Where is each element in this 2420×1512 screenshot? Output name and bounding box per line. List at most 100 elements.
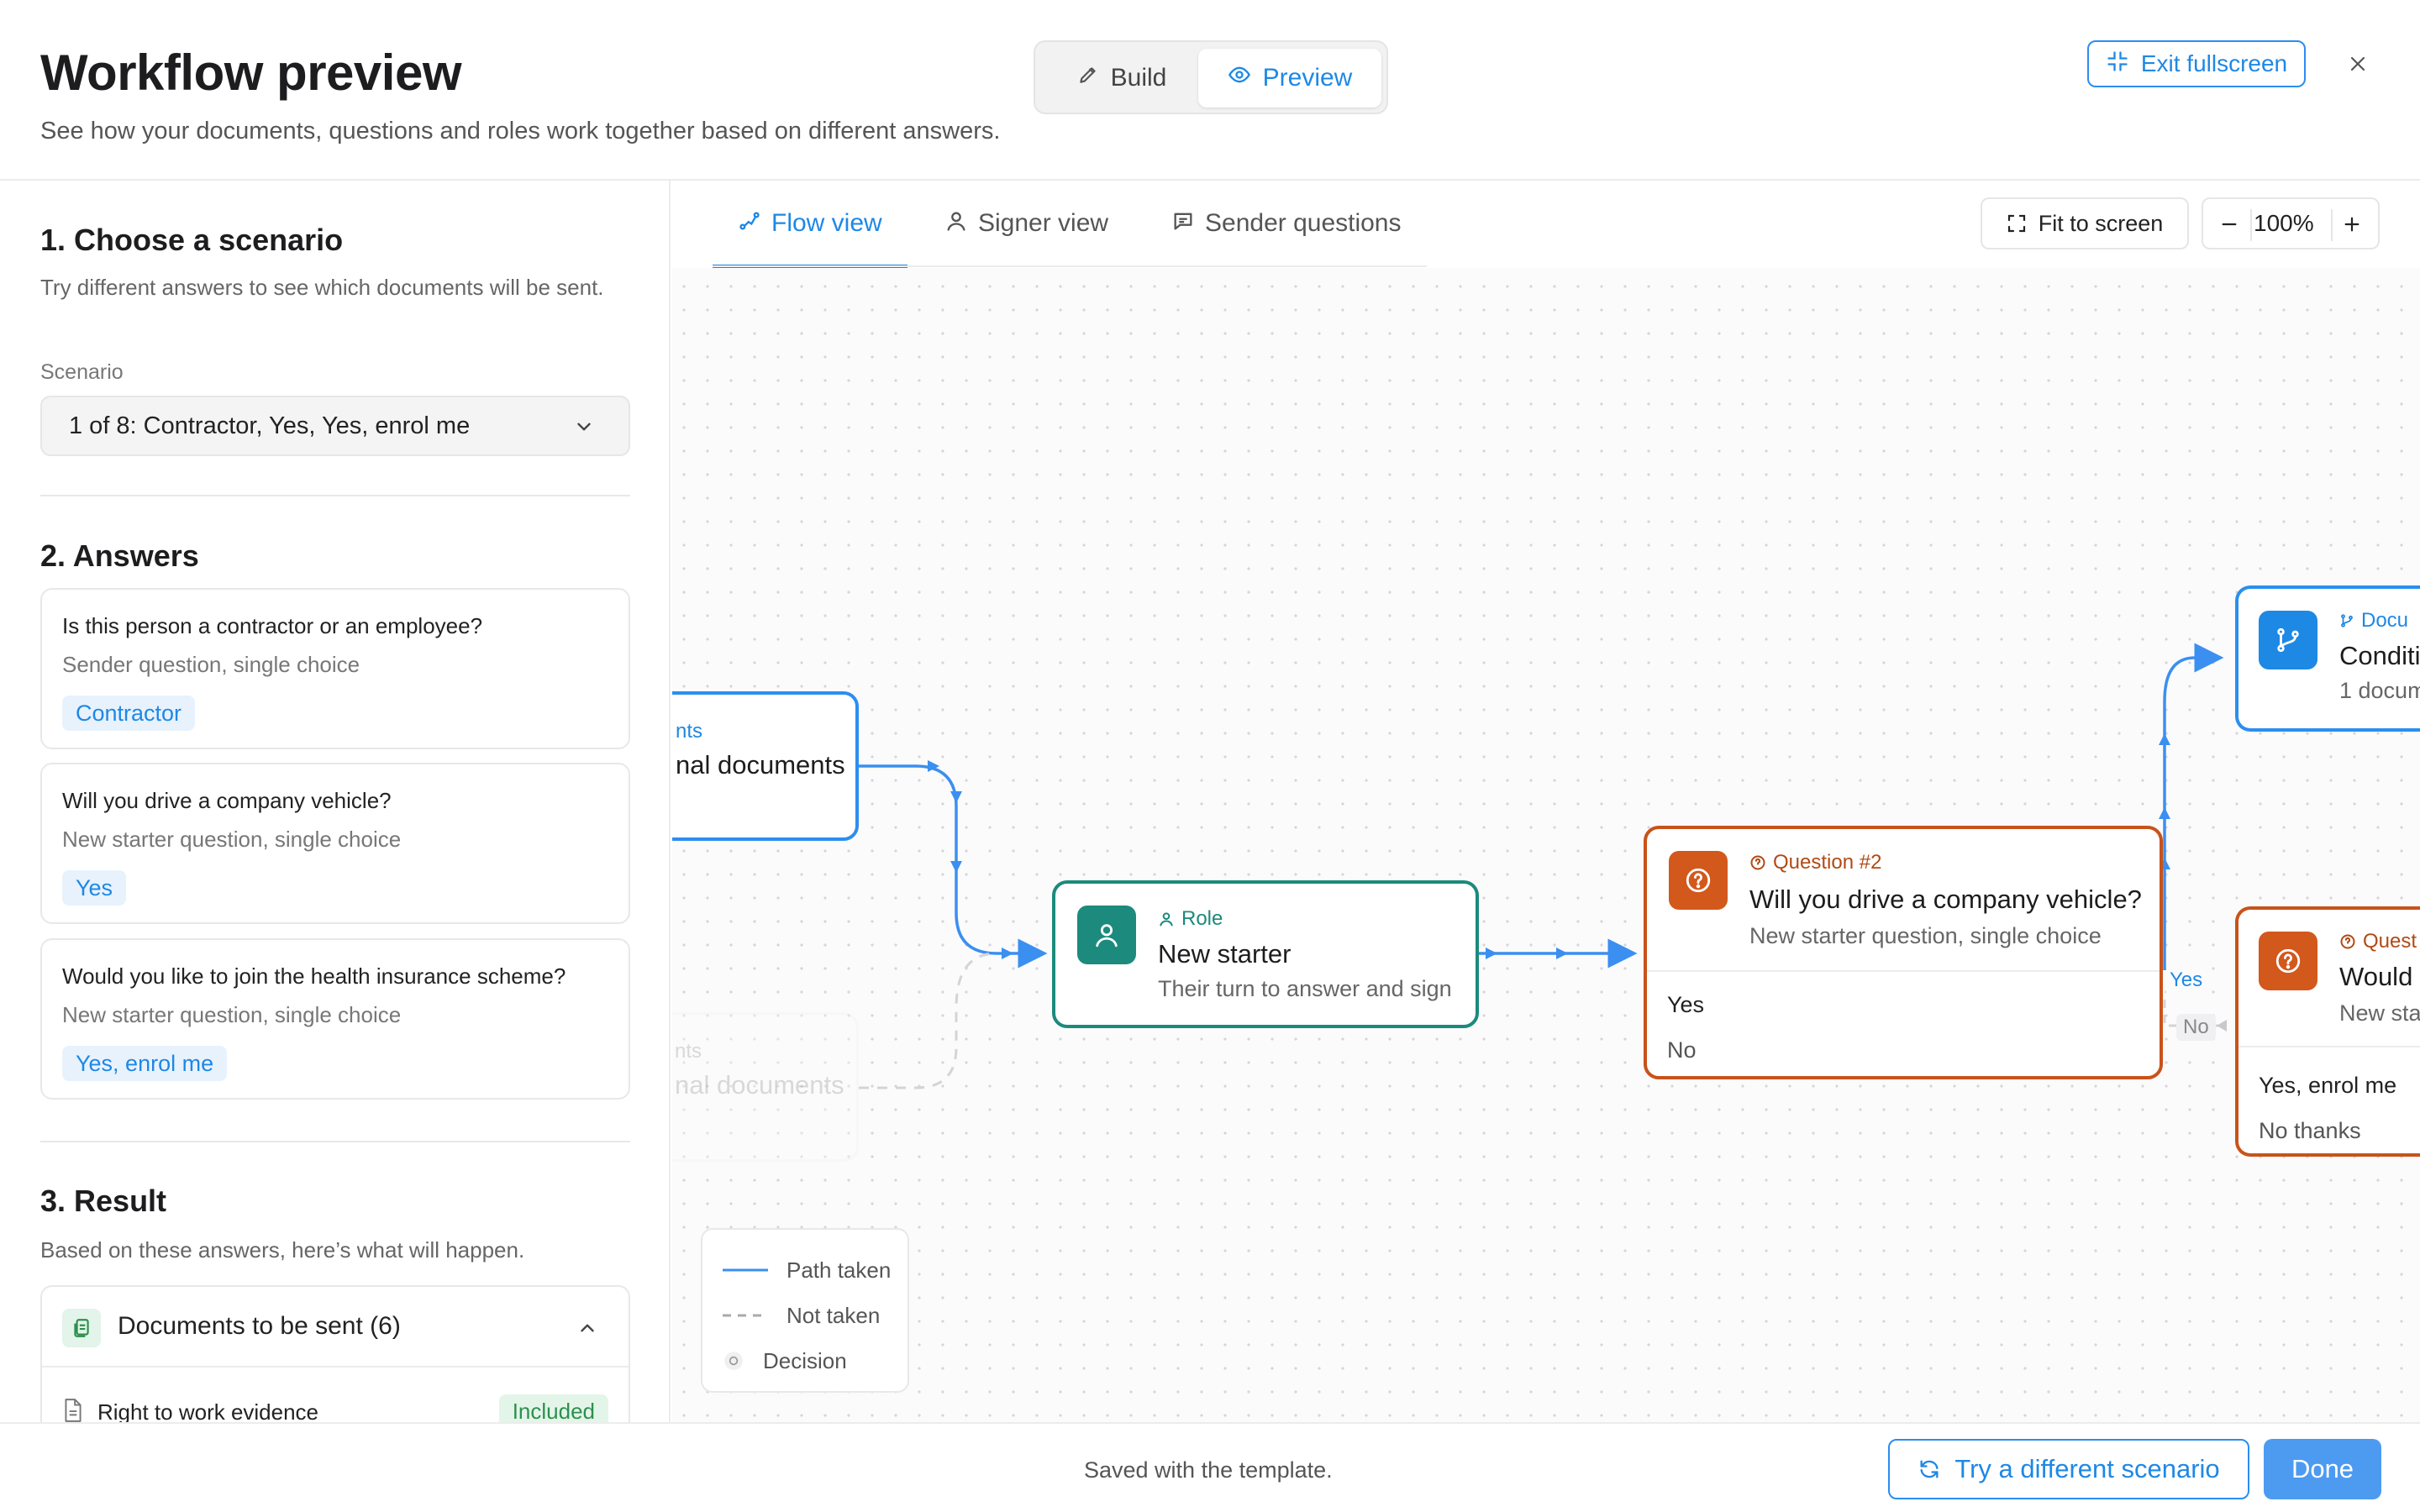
close-button[interactable] (2339, 45, 2376, 82)
divider (2238, 1046, 2420, 1047)
section-choose-scenario-title: 1. Choose a scenario (40, 223, 344, 257)
option-item: Yes (1667, 992, 1705, 1017)
legend-not-taken: Not taken (723, 1299, 880, 1332)
documents-node[interactable]: nts nal documents (672, 691, 859, 841)
page-title: Workflow preview (40, 45, 462, 101)
node-kicker-label: Quest (2363, 930, 2417, 953)
mode-toggle: Build Preview (1034, 40, 1388, 114)
done-button[interactable]: Done (2264, 1439, 2381, 1499)
node-subtitle: 1 docum (2339, 678, 2420, 703)
answer-card[interactable]: Is this person a contractor or an employ… (40, 588, 630, 749)
question-node[interactable]: Question #2 Will you drive a company veh… (1644, 826, 2163, 1079)
preview-mode-button[interactable]: Preview (1198, 49, 1381, 108)
pencil-icon (1077, 64, 1099, 92)
node-kicker: nts (675, 1040, 702, 1063)
solid-line-icon (723, 1268, 768, 1272)
minimize-icon (2106, 50, 2129, 79)
document-name: Right to work evidence (97, 1399, 319, 1422)
refresh-icon (1920, 1460, 1939, 1478)
documents-icon (62, 1309, 101, 1347)
edge-label-no: No (2176, 1014, 2216, 1041)
node-kicker: Quest (2339, 930, 2417, 953)
edge-label-yes: Yes (2166, 967, 2207, 994)
tab-sender-questions[interactable]: Sender questions (1171, 209, 1402, 268)
edge-arrow (950, 791, 962, 803)
flow-canvas[interactable]: nts nal documents nts nal documents Role… (672, 181, 2420, 1422)
node-title: Conditi (2339, 641, 2420, 670)
decision-icon (724, 1352, 743, 1370)
legend-label: Decision (763, 1347, 847, 1373)
answer-question: Is this person a contractor or an employ… (62, 613, 483, 638)
answer-question: Will you drive a company vehicle? (62, 788, 392, 813)
try-different-scenario-label: Try a different scenario (1954, 1454, 2220, 1483)
question-node[interactable]: Quest Would New sta Yes, enrol me No tha… (2235, 906, 2420, 1157)
node-title: Would (2339, 962, 2413, 991)
scenario-select[interactable]: 1 of 8: Contractor, Yes, Yes, enrol me (40, 396, 630, 456)
node-kicker: Question #2 (1749, 851, 1881, 874)
answer-meta: New starter question, single choice (62, 827, 402, 852)
documents-accordion-header[interactable]: Documents to be sent (6) (42, 1287, 629, 1368)
node-title: nal documents (675, 1070, 844, 1100)
node-kicker-label: Question #2 (1773, 851, 1882, 874)
role-node[interactable]: Role New starter Their turn to answer an… (1052, 880, 1479, 1028)
section-result-title: 3. Result (40, 1184, 167, 1218)
answer-question: Would you like to join the health insura… (62, 963, 566, 989)
edge-arrow-muted (2217, 1020, 2227, 1032)
eye-icon (1228, 63, 1251, 93)
edge-arrow (1486, 948, 1497, 959)
section-choose-scenario-desc: Try different answers to see which docum… (40, 275, 604, 300)
node-kicker: nts (676, 720, 703, 743)
preview-mode-label: Preview (1262, 64, 1353, 92)
answer-card[interactable]: Will you drive a company vehicle? New st… (40, 763, 630, 924)
user-icon (1160, 912, 1173, 927)
edge-arrow (928, 760, 939, 772)
page-subtitle: See how your documents, questions and ro… (40, 118, 1001, 144)
divider (1647, 970, 2160, 972)
tab-signer-view[interactable]: Signer view (944, 209, 1108, 268)
zoom-in-button[interactable] (2336, 207, 2368, 241)
answer-meta: New starter question, single choice (62, 1002, 402, 1027)
chat-icon (1174, 213, 1192, 230)
build-mode-button[interactable]: Build (1042, 49, 1202, 108)
fit-to-screen-button[interactable]: Fit to screen (1981, 197, 2189, 249)
legend: Path taken Not taken Decision (701, 1228, 909, 1393)
fit-to-screen-label: Fit to screen (2038, 210, 2164, 236)
tab-flow-view[interactable]: Flow view (713, 209, 908, 268)
exit-fullscreen-button[interactable]: Exit fullscreen (2087, 40, 2306, 87)
legend-path-taken: Path taken (723, 1253, 891, 1287)
file-icon (62, 1398, 84, 1422)
branch-icon (2341, 614, 2353, 627)
exit-fullscreen-label: Exit fullscreen (2140, 50, 2288, 76)
legend-label: Not taken (786, 1302, 881, 1328)
status-badge: Included (498, 1394, 608, 1422)
node-kicker: Role (1158, 907, 1223, 931)
edge-path-taken (859, 764, 1048, 969)
close-icon (2350, 56, 2365, 71)
user-icon (947, 212, 965, 231)
zoom-level: 100% (2254, 210, 2314, 236)
legend-decision: Decision (723, 1344, 847, 1378)
documents-node-not-taken[interactable]: nts nal documents (672, 1012, 859, 1162)
scenario-label: Scenario (40, 360, 124, 384)
legend-label: Path taken (786, 1257, 892, 1283)
build-mode-label: Build (1110, 64, 1167, 92)
node-kicker-label: Role (1181, 907, 1223, 930)
flow-icon (739, 212, 760, 230)
try-different-scenario-button[interactable]: Try a different scenario (1888, 1439, 2249, 1499)
question-icon (1750, 855, 1765, 870)
question-icon (2259, 932, 2317, 990)
scenario-panel: 1. Choose a scenario Try different answe… (0, 181, 671, 1422)
answer-value: Yes (62, 870, 127, 906)
scenario-select-value: 1 of 8: Contractor, Yes, Yes, enrol me (69, 412, 471, 439)
answer-card[interactable]: Would you like to join the health insura… (40, 938, 630, 1100)
user-icon (1077, 906, 1136, 964)
question-icon (2340, 934, 2355, 949)
document-node[interactable]: Docu Conditi 1 docum (2235, 585, 2420, 732)
zoom-out-button[interactable] (2213, 207, 2245, 241)
answer-meta: Sender question, single choice (62, 652, 360, 677)
divider (40, 495, 630, 496)
option-item: Yes, enrol me (2259, 1073, 2397, 1098)
chevron-up-icon (576, 1317, 598, 1343)
divider (40, 1141, 630, 1142)
document-row: Right to work evidence Included (62, 1393, 608, 1422)
